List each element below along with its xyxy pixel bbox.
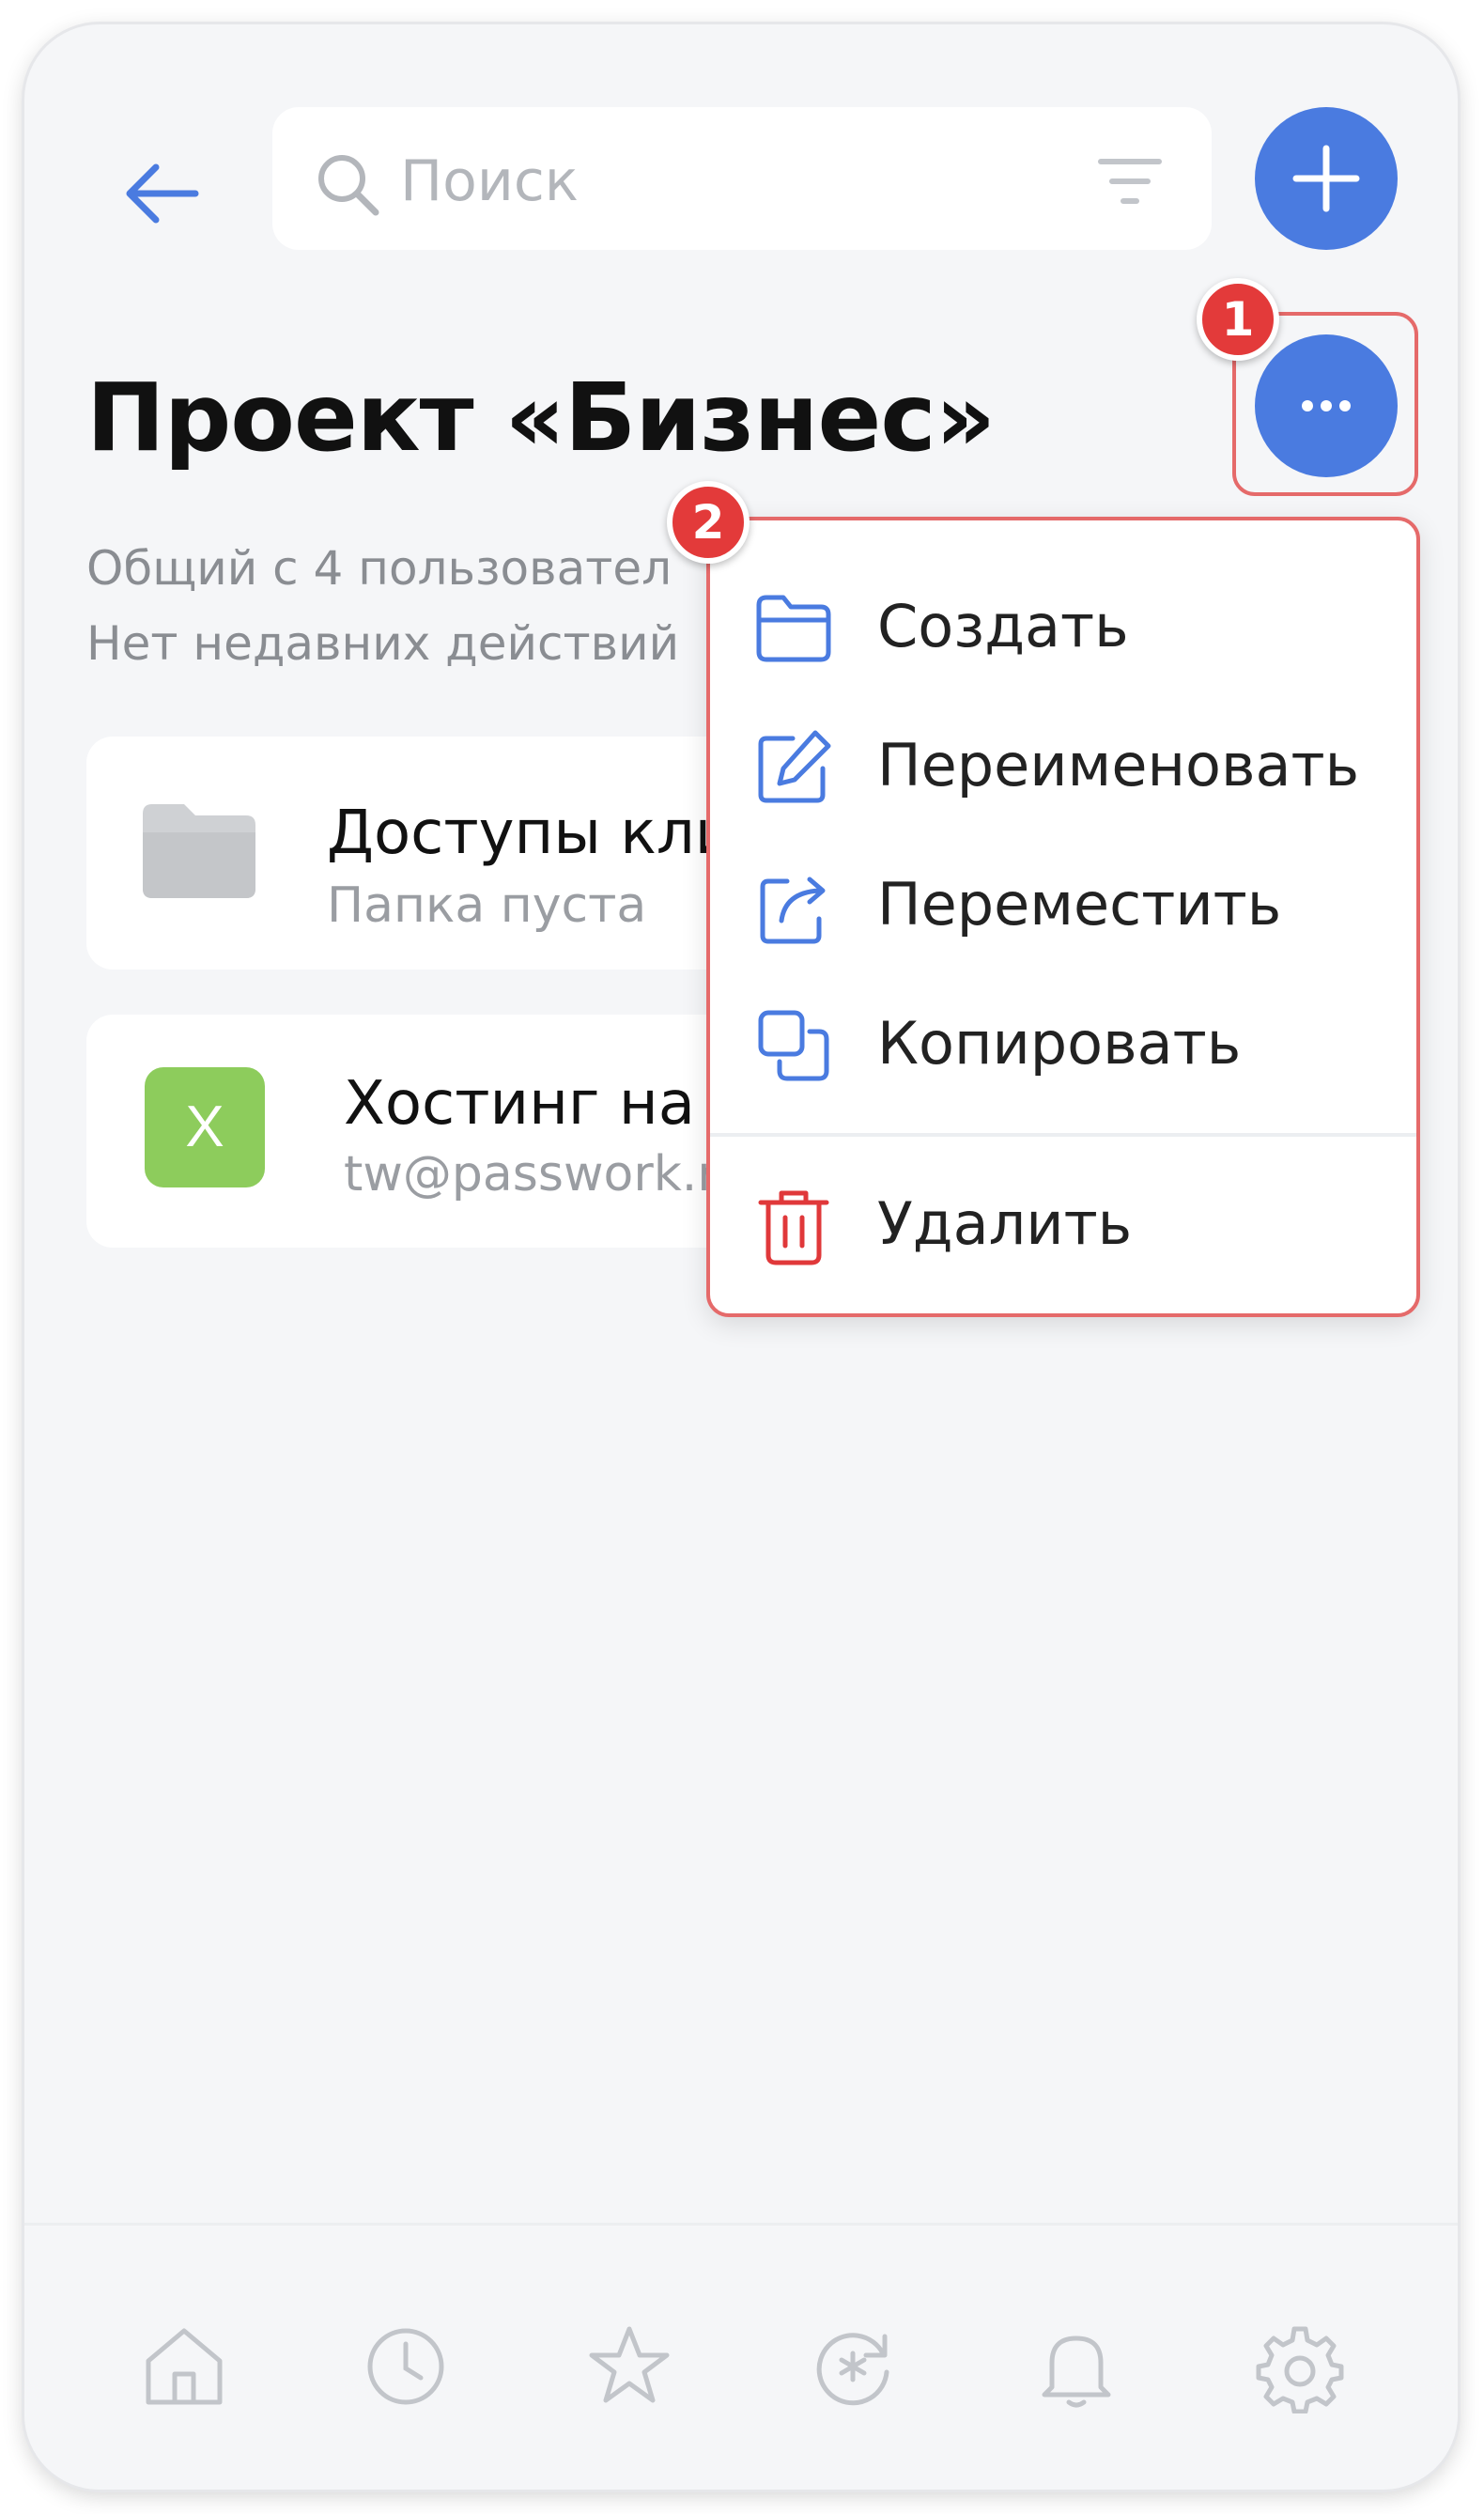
back-button[interactable] (115, 147, 209, 241)
move-icon (760, 877, 826, 944)
menu-item-create[interactable]: Создать (710, 560, 1416, 697)
filter-icon[interactable] (1097, 156, 1163, 207)
nav-home[interactable] (137, 2320, 231, 2413)
nav-favorites[interactable] (582, 2320, 676, 2413)
nav-generator[interactable] (806, 2320, 900, 2413)
item-subtitle: Папка пуста (327, 877, 647, 934)
gear-icon (1256, 2326, 1344, 2414)
menu-divider (710, 1133, 1416, 1137)
star-icon (589, 2326, 670, 2403)
step-badge-1: 1 (1197, 278, 1279, 361)
menu-item-label: Удалить (877, 1189, 1133, 1258)
app-screen: 1 Проект «Бизнес» Общий с 4 пользовател … (24, 24, 1458, 2490)
menu-item-rename[interactable]: Переименовать (710, 699, 1416, 836)
menu-item-label: Переименовать (877, 731, 1360, 799)
recent-activity-text: Нет недавних действий (86, 616, 680, 671)
edit-icon (758, 730, 831, 803)
menu-item-label: Создать (877, 592, 1129, 660)
menu-item-label: Копировать (877, 1009, 1242, 1078)
page-title: Проект «Бизнес» (86, 363, 996, 473)
menu-item-copy[interactable]: Копировать (710, 977, 1416, 1114)
avatar: X (145, 1067, 265, 1187)
nav-notifications[interactable] (1029, 2320, 1123, 2413)
menu-item-label: Переместить (877, 870, 1282, 939)
home-icon (146, 2328, 223, 2405)
item-title: Доступы клие (327, 799, 771, 868)
clock-icon (367, 2328, 444, 2405)
shared-users-text: Общий с 4 пользовател (86, 541, 672, 596)
item-subtitle: tw@passwork.ru (344, 1146, 749, 1203)
copy-icon (758, 1010, 829, 1081)
plus-icon (1292, 145, 1360, 212)
bottom-nav (24, 2223, 1458, 2490)
folder-icon (143, 804, 255, 898)
arrow-left-icon (126, 163, 199, 224)
search-bar (272, 107, 1212, 250)
generator-icon (816, 2333, 889, 2406)
search-input[interactable] (398, 143, 1059, 220)
menu-item-delete[interactable]: Удалить (710, 1157, 1416, 1295)
bell-icon (1042, 2336, 1111, 2408)
add-button[interactable] (1255, 107, 1398, 250)
menu-item-move[interactable]: Переместить (710, 838, 1416, 975)
nav-recent[interactable] (359, 2320, 453, 2413)
trash-icon (758, 1190, 829, 1265)
context-menu: Создать Переименовать Переместить Копиро… (706, 517, 1420, 1317)
step-badge-2: 2 (667, 481, 750, 564)
search-icon (318, 155, 379, 216)
folder-icon (756, 595, 831, 662)
nav-settings[interactable] (1253, 2320, 1347, 2414)
